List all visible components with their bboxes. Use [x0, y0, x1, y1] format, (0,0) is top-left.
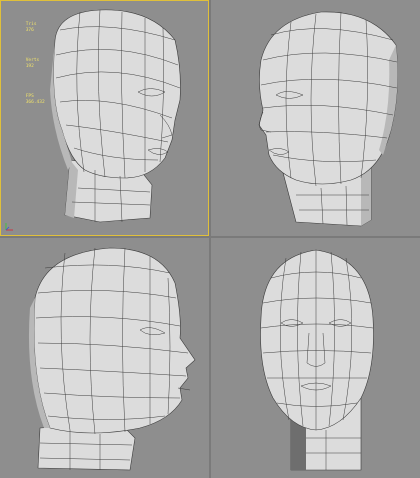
viewport-left-side[interactable] [0, 238, 209, 478]
head-model-three-quarter-left [50, 9, 181, 223]
viewport-perspective-left[interactable]: Tris 376 Verts 192 FPS 366.432 [0, 0, 209, 236]
viewport-perspective-right[interactable] [211, 0, 420, 236]
head-model-side-profile [28, 247, 196, 471]
xyz-axis-icon [5, 223, 13, 231]
modeling-app: Tris 376 Verts 192 FPS 366.432 [0, 0, 420, 478]
head-model-front [260, 249, 374, 471]
head-mesh [33, 247, 196, 434]
head-model-three-quarter-right [258, 11, 398, 227]
viewport-front[interactable] [211, 238, 420, 478]
head-mesh [258, 11, 398, 185]
